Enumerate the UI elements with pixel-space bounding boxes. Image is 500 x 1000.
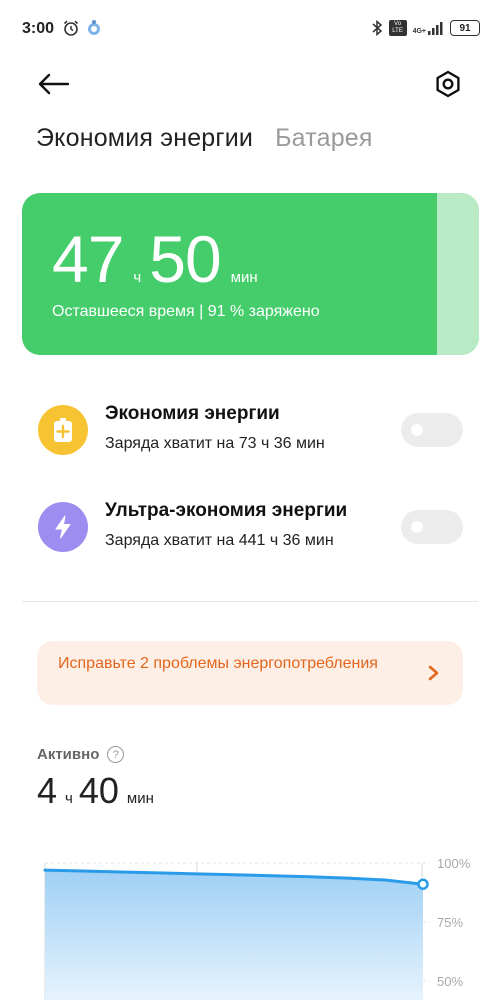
remaining-time-value: 47 ч 50 мин (52, 221, 266, 297)
battery-icon: 91 (450, 20, 480, 36)
chart-area-fill (45, 870, 423, 1000)
remaining-minutes-unit: мин (230, 269, 258, 286)
power-saving-mode-row[interactable]: Экономия энергии Заряда хватит на 73 ч 3… (36, 397, 466, 467)
toggle-knob (411, 424, 423, 436)
ultra-power-saving-mode-row[interactable]: Ультра-экономия энергии Заряда хватит на… (36, 494, 466, 564)
active-hours-unit: ч (65, 790, 73, 807)
status-right-icons: Vo LTE 4G+ 91 (371, 19, 480, 37)
status-left-icons (62, 19, 102, 37)
active-time-value: 4 ч 40 мин (37, 770, 160, 812)
tab-power-saving[interactable]: Экономия энергии (36, 124, 253, 153)
active-label-row: Активно ? (37, 746, 125, 763)
chart-y-tick-label: 50% (437, 974, 463, 989)
status-bar: 3:00 Vo LTE 4G+ 91 (0, 0, 500, 60)
toggle-knob (411, 521, 423, 533)
battery-level-chart: 100% 75% 50% (43, 856, 471, 1000)
chart-current-point (417, 878, 429, 890)
network-type-label: 4G+ (412, 28, 426, 35)
active-minutes: 40 (78, 770, 119, 811)
network-group: 4G+ (413, 21, 444, 35)
remaining-time-card: 47 ч 50 мин Оставшееся время | 91 % заря… (22, 193, 479, 355)
remaining-hours: 47 (52, 222, 124, 296)
chart-y-tick-label: 100% (437, 856, 471, 871)
power-saving-title: Экономия энергии (105, 403, 280, 424)
top-app-bar (0, 62, 500, 106)
chevron-right-icon (428, 665, 439, 681)
ultra-power-saving-title: Ультра-экономия энергии (105, 500, 348, 521)
ultra-power-saving-subtitle: Заряда хватит на 441 ч 36 мин (105, 532, 334, 549)
power-issues-banner[interactable]: Исправьте 2 проблемы энергопотребления (37, 641, 463, 705)
battery-plus-icon (38, 405, 88, 455)
ultra-power-saving-toggle[interactable] (401, 510, 463, 544)
app-notification-icon (88, 20, 100, 35)
tab-bar: Экономия энергии Батарея (36, 124, 373, 153)
remaining-minutes: 50 (149, 222, 221, 296)
lightning-icon (38, 502, 88, 552)
power-issues-text: Исправьте 2 проблемы энергопотребления (58, 655, 378, 672)
active-hours: 4 (37, 770, 58, 811)
tab-battery[interactable]: Батарея (275, 124, 373, 153)
alarm-clock-icon (63, 20, 79, 36)
bluetooth-icon (372, 19, 382, 37)
remaining-hours-unit: ч (133, 269, 142, 286)
back-arrow-icon[interactable] (36, 68, 72, 100)
active-minutes-unit: мин (126, 790, 154, 807)
active-label: Активно (37, 746, 100, 763)
section-divider (22, 601, 478, 602)
battery-cap-segment (437, 193, 479, 355)
power-saving-toggle[interactable] (401, 413, 463, 447)
volte-icon: Vo LTE (388, 20, 407, 36)
settings-gear-icon[interactable] (432, 68, 464, 100)
chart-y-tick-label: 75% (437, 915, 463, 930)
power-saving-subtitle: Заряда хватит на 73 ч 36 мин (105, 435, 325, 452)
help-icon[interactable]: ? (107, 746, 125, 763)
signal-strength-icon (428, 22, 443, 35)
remaining-subtitle: Оставшееся время | 91 % заряжено (52, 303, 320, 320)
status-time: 3:00 (22, 20, 55, 37)
